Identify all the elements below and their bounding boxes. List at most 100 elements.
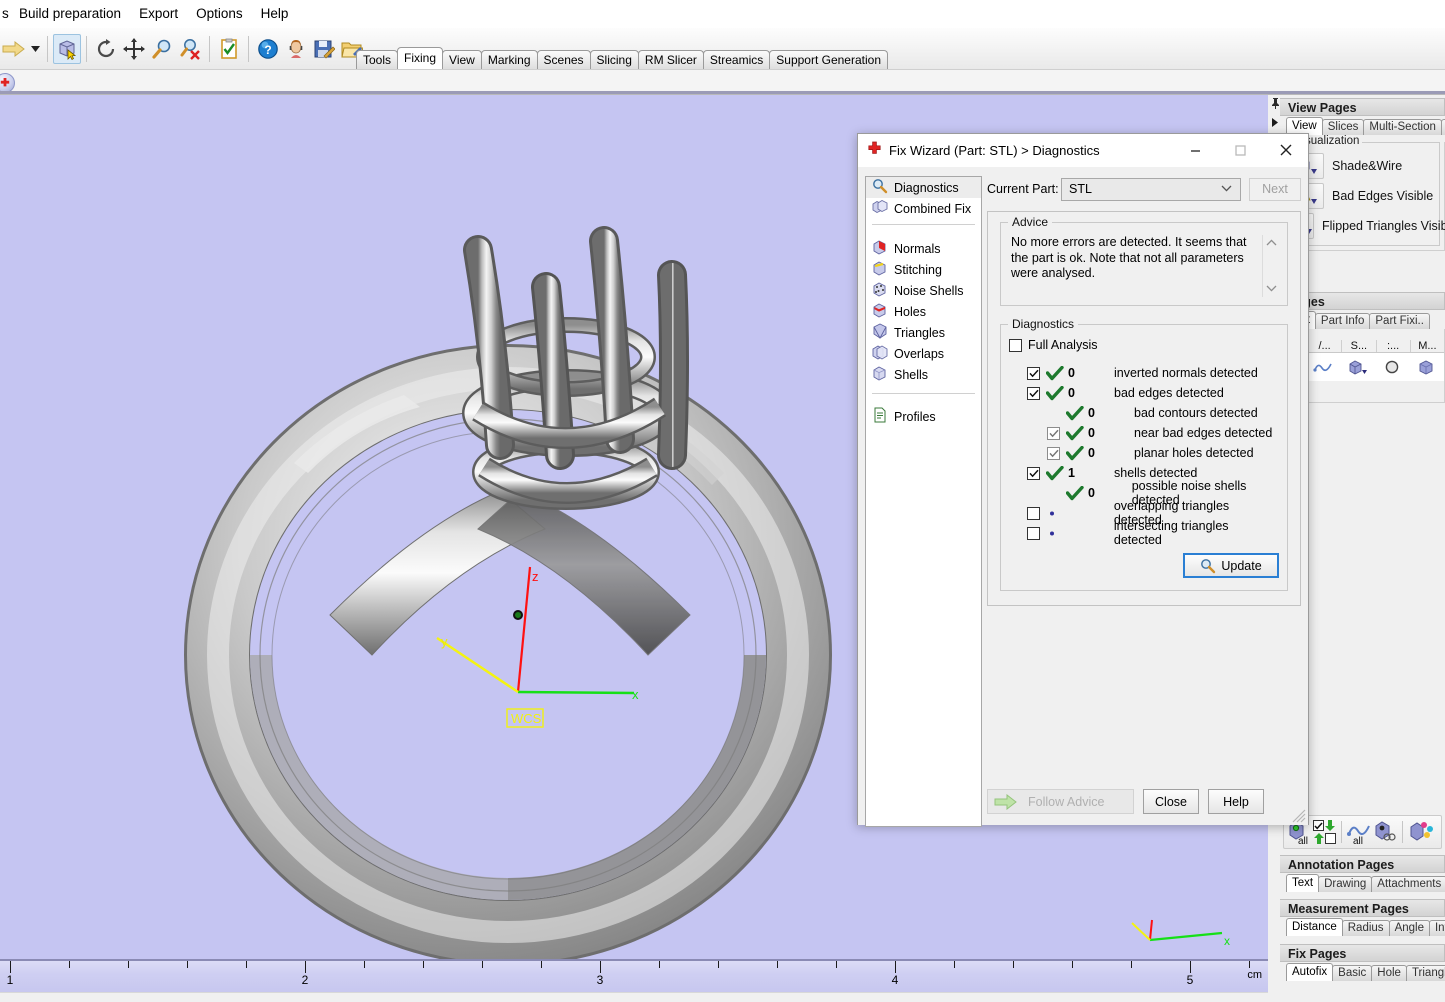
tab-scenes[interactable]: Scenes xyxy=(537,50,591,69)
diagnostic-row[interactable]: intersecting triangles detected xyxy=(1009,523,1279,543)
help-icon[interactable]: ? xyxy=(254,34,282,64)
checkbox-icon[interactable] xyxy=(1027,387,1040,400)
scroll-down-icon[interactable] xyxy=(1266,283,1277,295)
column-header-1[interactable]: S... xyxy=(1341,340,1375,352)
row-checkbox[interactable] xyxy=(1027,527,1046,540)
wireframe-icon[interactable] xyxy=(1306,360,1340,374)
zoom-reset-icon[interactable] xyxy=(176,34,204,64)
tab-fix-hole[interactable]: Hole xyxy=(1371,965,1407,981)
tab-measurement-distance[interactable]: Distance xyxy=(1286,918,1343,936)
select-part-icon[interactable] xyxy=(53,34,81,64)
tab-measurement-info[interactable]: Info xyxy=(1429,920,1445,936)
checkbox-icon[interactable] xyxy=(1047,447,1060,460)
pin-icon[interactable] xyxy=(1270,97,1281,113)
help-dialog-button[interactable]: Help xyxy=(1208,789,1264,814)
tab-view[interactable]: View xyxy=(442,50,482,69)
shade-cube-icon[interactable] xyxy=(1341,359,1375,375)
nav-item-noise-shells[interactable]: Noise Shells xyxy=(866,280,981,301)
diagnostic-row[interactable]: 0bad contours detected xyxy=(1009,403,1279,423)
save-icon[interactable] xyxy=(310,34,338,64)
column-header-0[interactable]: /... xyxy=(1307,340,1341,352)
vis-row-shade-wire[interactable]: Shade&Wire xyxy=(1290,151,1435,181)
tab-measurement-angle[interactable]: Angle xyxy=(1389,920,1430,936)
colors-icon[interactable] xyxy=(1408,820,1434,845)
update-button[interactable]: Update xyxy=(1183,553,1279,578)
scroll-up-icon[interactable] xyxy=(1266,237,1277,249)
tab-slicing[interactable]: Slicing xyxy=(590,50,639,69)
row-checkbox[interactable] xyxy=(1027,387,1046,400)
zoom-in-icon[interactable] xyxy=(148,34,176,64)
column-header-3[interactable]: M... xyxy=(1410,340,1444,352)
chevron-down-icon[interactable] xyxy=(1221,183,1232,195)
advice-scrollbar[interactable] xyxy=(1262,235,1279,297)
transparency-icon[interactable] xyxy=(1373,820,1397,845)
row-checkbox[interactable] xyxy=(1027,467,1046,480)
tab-view-pages-grid[interactable]: Grid xyxy=(1441,119,1445,135)
tab-view-pages-multi-section[interactable]: Multi-Section xyxy=(1363,119,1441,135)
checkbox-icon[interactable] xyxy=(1027,367,1040,380)
checkbox-icon[interactable] xyxy=(1047,427,1060,440)
row-checkbox[interactable] xyxy=(1027,367,1046,380)
dialog-title-bar[interactable]: Fix Wizard (Part: STL) > Diagnostics xyxy=(858,134,1308,167)
menu-item-export[interactable]: Export xyxy=(130,3,187,24)
row-checkbox[interactable] xyxy=(1047,447,1066,460)
tab-view-pages-slices[interactable]: Slices xyxy=(1322,119,1365,135)
column-header-2[interactable]: :... xyxy=(1376,340,1410,352)
nav-item-shells[interactable]: Shells xyxy=(866,364,981,385)
tab-tools[interactable]: Tools xyxy=(356,50,398,69)
vis-row-flipped-triangles[interactable]: Flipped Triangles Visible xyxy=(1290,211,1435,241)
solid-cube-icon[interactable] xyxy=(1410,359,1444,375)
tab-annotation-text[interactable]: Text xyxy=(1286,874,1319,892)
diagnostic-row[interactable]: 0bad edges detected xyxy=(1009,383,1279,403)
next-button[interactable]: Next xyxy=(1249,178,1301,201)
support-agent-icon[interactable] xyxy=(282,34,310,64)
nav-item-holes[interactable]: Holes xyxy=(866,301,981,322)
checkbox-icon[interactable] xyxy=(1027,507,1040,520)
row-checkbox[interactable] xyxy=(1047,427,1066,440)
follow-advice-button[interactable]: Follow Advice xyxy=(987,789,1134,814)
nav-item-normals[interactable]: Normals xyxy=(866,238,981,259)
tab-measurement-radius[interactable]: Radius xyxy=(1342,920,1390,936)
checkbox-icon[interactable] xyxy=(1027,467,1040,480)
tab-annotation-attachments[interactable]: Attachments xyxy=(1371,876,1445,892)
tab-part-pages-part-info[interactable]: Part Info xyxy=(1315,313,1370,329)
rotate-icon[interactable] xyxy=(92,34,120,64)
row-checkbox[interactable] xyxy=(1027,507,1046,520)
close-button[interactable] xyxy=(1263,134,1308,167)
tab-part-pages-part-fixing[interactable]: Part Fixi.. xyxy=(1369,313,1430,329)
current-part-select[interactable]: STL xyxy=(1061,178,1241,201)
tab-marking[interactable]: Marking xyxy=(481,50,538,69)
diagnostic-row[interactable]: 0inverted normals detected xyxy=(1009,363,1279,383)
tab-fix-autofix[interactable]: Autofix xyxy=(1286,963,1333,981)
menu-item-build-preparation[interactable]: Build preparation xyxy=(10,3,130,24)
full-analysis-row[interactable]: Full Analysis xyxy=(1009,335,1279,355)
checklist-icon[interactable] xyxy=(215,34,243,64)
nav-item-diagnostics[interactable]: Diagnostics xyxy=(866,177,981,198)
full-analysis-checkbox[interactable] xyxy=(1009,339,1022,352)
forward-arrow-icon[interactable] xyxy=(0,34,28,64)
checkbox-icon[interactable] xyxy=(1027,527,1040,540)
diagnostic-row[interactable]: 0planar holes detected xyxy=(1009,443,1279,463)
nav-item-combined-fix[interactable]: Combined Fix xyxy=(866,198,981,219)
wireframe-all-icon[interactable]: all xyxy=(1347,820,1371,845)
menu-item-help[interactable]: Help xyxy=(252,3,298,24)
nav-item-triangles[interactable]: Triangles xyxy=(866,322,981,343)
maximize-button[interactable] xyxy=(1218,134,1263,167)
vis-row-bad-edges[interactable]: Bad Edges Visible xyxy=(1290,181,1435,211)
tab-support-generation[interactable]: Support Generation xyxy=(769,50,888,69)
tab-fix-basic[interactable]: Basic xyxy=(1332,965,1372,981)
minimize-button[interactable] xyxy=(1173,134,1218,167)
menu-item-options[interactable]: Options xyxy=(187,3,252,24)
nav-item-profiles[interactable]: Profiles xyxy=(866,406,981,427)
resize-grip[interactable] xyxy=(1292,809,1306,823)
check-download-icon[interactable] xyxy=(1313,819,1336,845)
tab-rm-slicer[interactable]: RM Slicer xyxy=(638,50,704,69)
fix-wizard-dock-icon[interactable] xyxy=(0,73,15,93)
nav-item-overlaps[interactable]: Overlaps xyxy=(866,343,981,364)
pan-icon[interactable] xyxy=(120,34,148,64)
tab-annotation-drawing[interactable]: Drawing xyxy=(1318,876,1372,892)
dropdown-caret-icon[interactable] xyxy=(28,34,42,64)
tab-fixing[interactable]: Fixing xyxy=(397,47,443,69)
expand-arrow-icon[interactable] xyxy=(1271,117,1280,131)
diagnostic-row[interactable]: 0near bad edges detected xyxy=(1009,423,1279,443)
